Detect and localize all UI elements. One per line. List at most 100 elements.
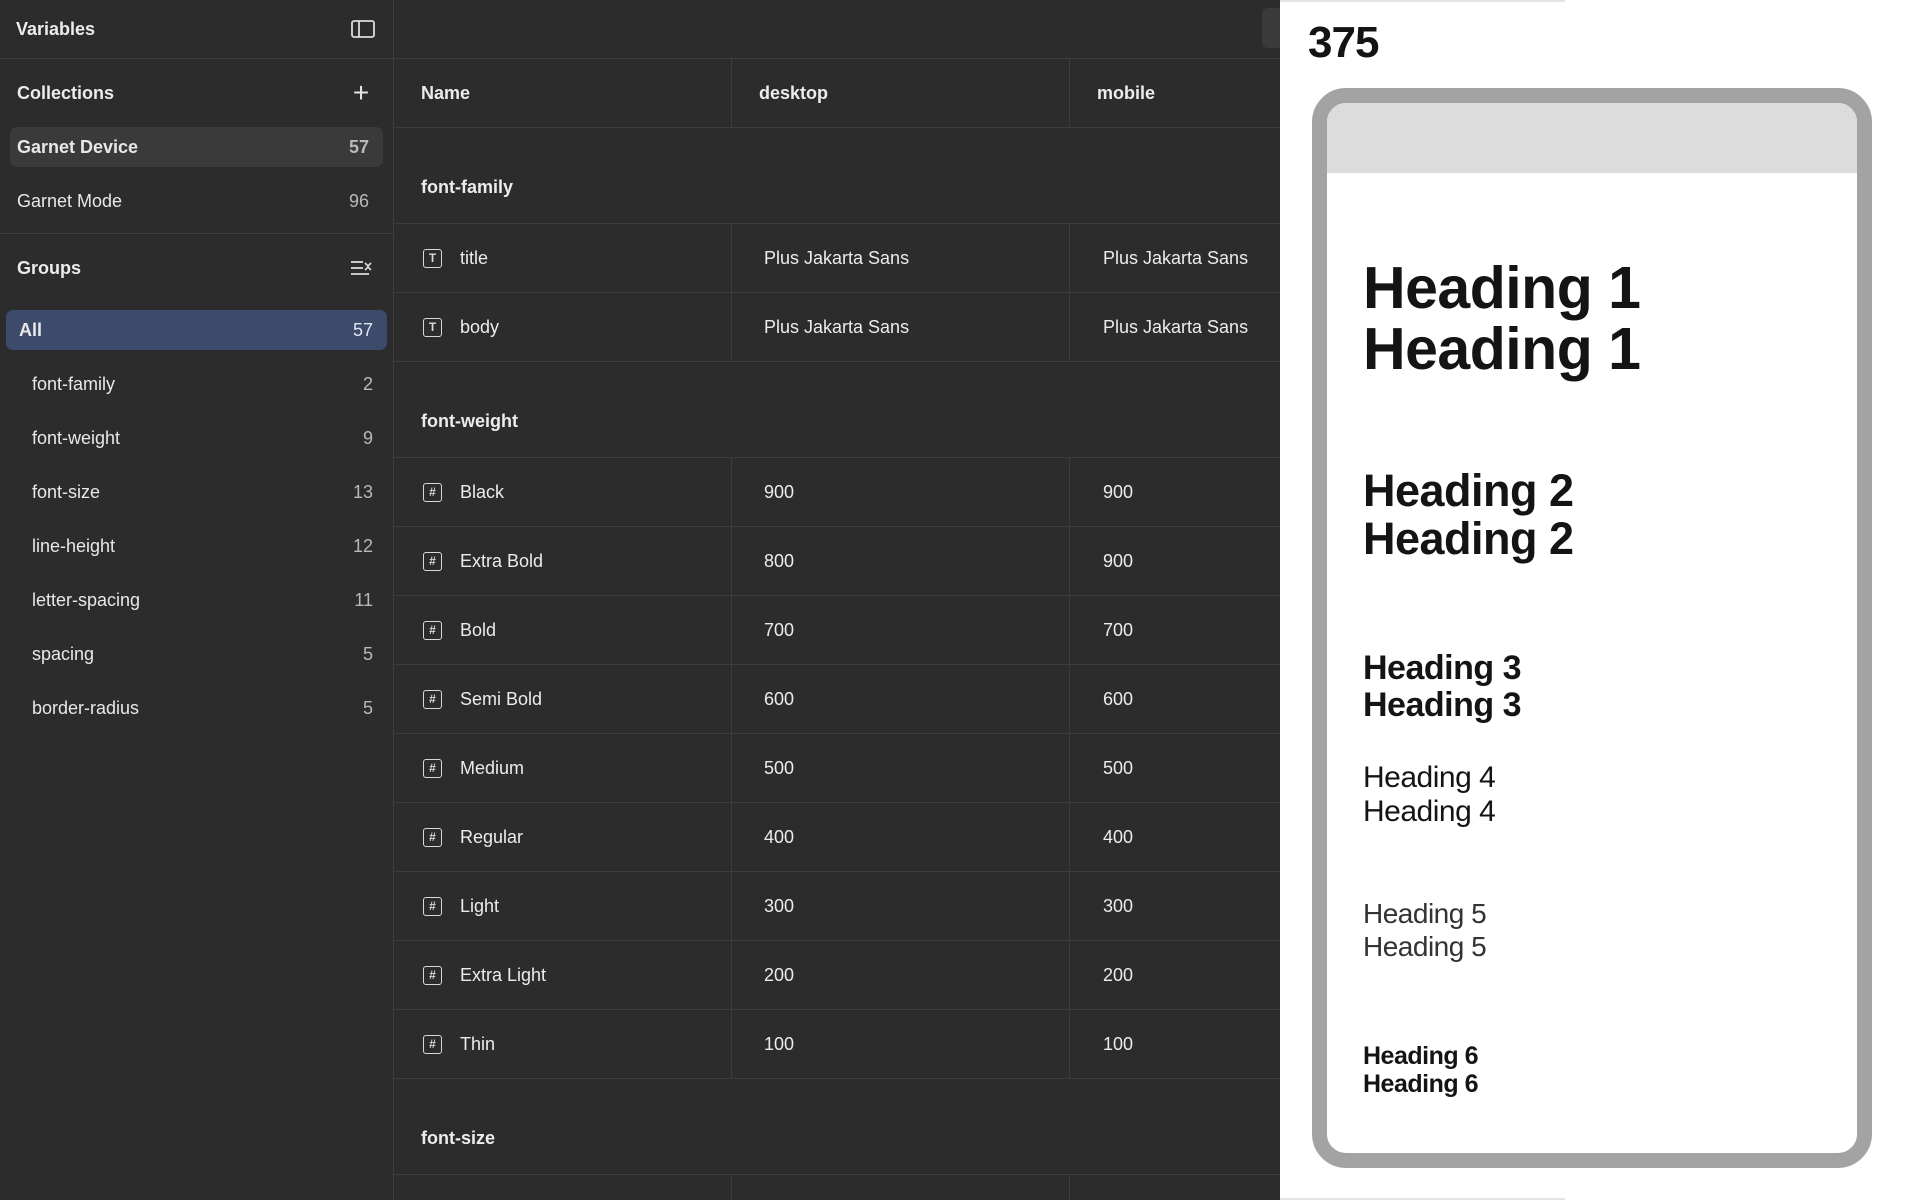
variable-name: body (460, 316, 500, 337)
variable-name: Semi Bold (460, 688, 543, 709)
variable-name: Light (460, 895, 500, 916)
group-label: line-height (32, 535, 116, 556)
group-label: font-size (32, 481, 101, 502)
variable-name: Extra Light (460, 964, 547, 985)
variable-name: Thin (460, 1033, 496, 1054)
group-label: border-radius (32, 697, 140, 718)
divider (1280, 0, 1565, 2)
table-row[interactable]: # Black 900 900 (394, 458, 1280, 527)
collections-label: Collections (17, 82, 115, 103)
groups-label: Groups (17, 257, 82, 278)
group-count: 13 (352, 481, 373, 502)
value-cell[interactable]: Plus Jakarta Sans (732, 293, 1070, 361)
variable-name: Extra Bold (460, 550, 544, 571)
variables-sidebar: Variables Collections + Garnet Device 57… (0, 0, 394, 1200)
value-cell[interactable]: Plus Jakarta Sans (732, 224, 1070, 292)
table-toolbar (394, 0, 1280, 59)
group-item-font-family[interactable]: font-family 2 (6, 364, 387, 404)
text-type-icon: T (423, 317, 442, 337)
group-item-font-size[interactable]: font-size 13 (6, 472, 387, 512)
value-cell[interactable]: 900 (732, 458, 1070, 526)
table-header: Name desktop mobile (394, 59, 1280, 128)
collapse-groups-icon[interactable] (347, 254, 375, 282)
group-heading: font-size (394, 1079, 1280, 1175)
table-row[interactable]: # Light 300 300 (394, 872, 1280, 941)
group-item-line-height[interactable]: line-height 12 (6, 526, 387, 566)
variable-name: Regular (460, 826, 524, 847)
value-cell[interactable]: 600 (732, 665, 1070, 733)
value-cell[interactable]: 200 (1070, 941, 1280, 1009)
device-frame: Heading 1 Heading 1 Heading 2 Heading 2 He… (1312, 88, 1872, 1168)
collections-list: Garnet Device 57 Garnet Mode 96 (0, 127, 393, 234)
value-cell[interactable]: 100 (1070, 1010, 1280, 1078)
add-collection-icon[interactable]: + (347, 79, 375, 107)
value-cell[interactable]: 300 (1070, 872, 1280, 940)
text-type-icon: T (423, 248, 442, 268)
collection-label: Garnet Mode (17, 190, 123, 211)
column-header-mobile[interactable]: mobile (1070, 59, 1280, 127)
collection-item-garnet-mode[interactable]: Garnet Mode 96 (10, 181, 383, 221)
toolbar-button[interactable] (1262, 8, 1280, 48)
groups-header: Groups (0, 234, 393, 302)
group-label: font-family (32, 373, 116, 394)
number-type-icon: # (423, 620, 442, 640)
preview-panel: 375 Heading 1 Heading 1 Heading 2 Heading … (1280, 0, 1920, 1200)
table-row[interactable]: # Regular 400 400 (394, 803, 1280, 872)
group-label: letter-spacing (32, 589, 141, 610)
table-row[interactable]: # Extra Bold 800 900 (394, 527, 1280, 596)
groups-list: All 57 font-family 2 font-weight 9 font-siz… (0, 310, 393, 728)
column-header-desktop[interactable]: desktop (732, 59, 1070, 127)
value-cell[interactable]: 500 (1070, 734, 1280, 802)
value-cell[interactable]: 100 (732, 1010, 1070, 1078)
number-type-icon: # (423, 896, 442, 916)
collection-label: Garnet Device (17, 136, 139, 157)
value-cell[interactable]: 200 (732, 941, 1070, 1009)
value-cell[interactable]: 700 (732, 596, 1070, 664)
table-row[interactable]: # Medium 500 500 (394, 734, 1280, 803)
panel-title: Variables (16, 18, 96, 39)
group-item-letter-spacing[interactable]: letter-spacing 11 (6, 580, 387, 620)
value-cell[interactable]: 900 (1070, 527, 1280, 595)
number-type-icon: # (423, 482, 442, 502)
group-label: spacing (32, 643, 95, 664)
device-status-bar (1327, 103, 1857, 173)
heading-3-sample: Heading 3 Heading 3 (1363, 649, 1521, 724)
number-type-icon: # (423, 551, 442, 571)
table-row-partial[interactable]: # (394, 1175, 1280, 1200)
heading-2-sample: Heading 2 Heading 2 (1363, 465, 1574, 564)
group-item-border-radius[interactable]: border-radius 5 (6, 688, 387, 728)
table-row[interactable]: # Extra Light 200 200 (394, 941, 1280, 1010)
table-row[interactable]: Tbody Plus Jakarta Sans Plus Jakarta San… (394, 293, 1280, 362)
value-cell[interactable]: 400 (1070, 803, 1280, 871)
group-label: All (19, 319, 43, 340)
group-count: 2 (362, 373, 373, 394)
value-cell[interactable]: Plus Jakarta Sans (1070, 224, 1280, 292)
column-header-name[interactable]: Name (394, 59, 732, 127)
toggle-sidebar-icon[interactable] (349, 15, 377, 43)
value-cell[interactable]: 400 (732, 803, 1070, 871)
sidebar-header: Variables (0, 0, 393, 59)
group-count: 11 (354, 589, 373, 610)
value-cell[interactable]: 600 (1070, 665, 1280, 733)
value-cell[interactable]: Plus Jakarta Sans (1070, 293, 1280, 361)
group-item-font-weight[interactable]: font-weight 9 (6, 418, 387, 458)
value-cell[interactable]: 900 (1070, 458, 1280, 526)
heading-4-sample: Heading 4 Heading 4 (1363, 761, 1496, 828)
group-count: 5 (362, 643, 373, 664)
group-heading: font-family (394, 128, 1280, 224)
group-item-all[interactable]: All 57 (6, 310, 387, 350)
collection-count: 57 (348, 136, 369, 157)
number-type-icon: # (423, 758, 442, 778)
table-row[interactable]: # Semi Bold 600 600 (394, 665, 1280, 734)
table-row[interactable]: # Thin 100 100 (394, 1010, 1280, 1079)
collection-item-garnet-device[interactable]: Garnet Device 57 (10, 127, 383, 167)
value-cell[interactable]: 700 (1070, 596, 1280, 664)
group-count: 9 (362, 427, 373, 448)
value-cell[interactable]: 300 (732, 872, 1070, 940)
value-cell[interactable]: 800 (732, 527, 1070, 595)
table-row[interactable]: # Bold 700 700 (394, 596, 1280, 665)
collections-header: Collections + (0, 59, 393, 127)
group-item-spacing[interactable]: spacing 5 (6, 634, 387, 674)
value-cell[interactable]: 500 (732, 734, 1070, 802)
table-row[interactable]: Ttitle Plus Jakarta Sans Plus Jakarta Sa… (394, 224, 1280, 293)
